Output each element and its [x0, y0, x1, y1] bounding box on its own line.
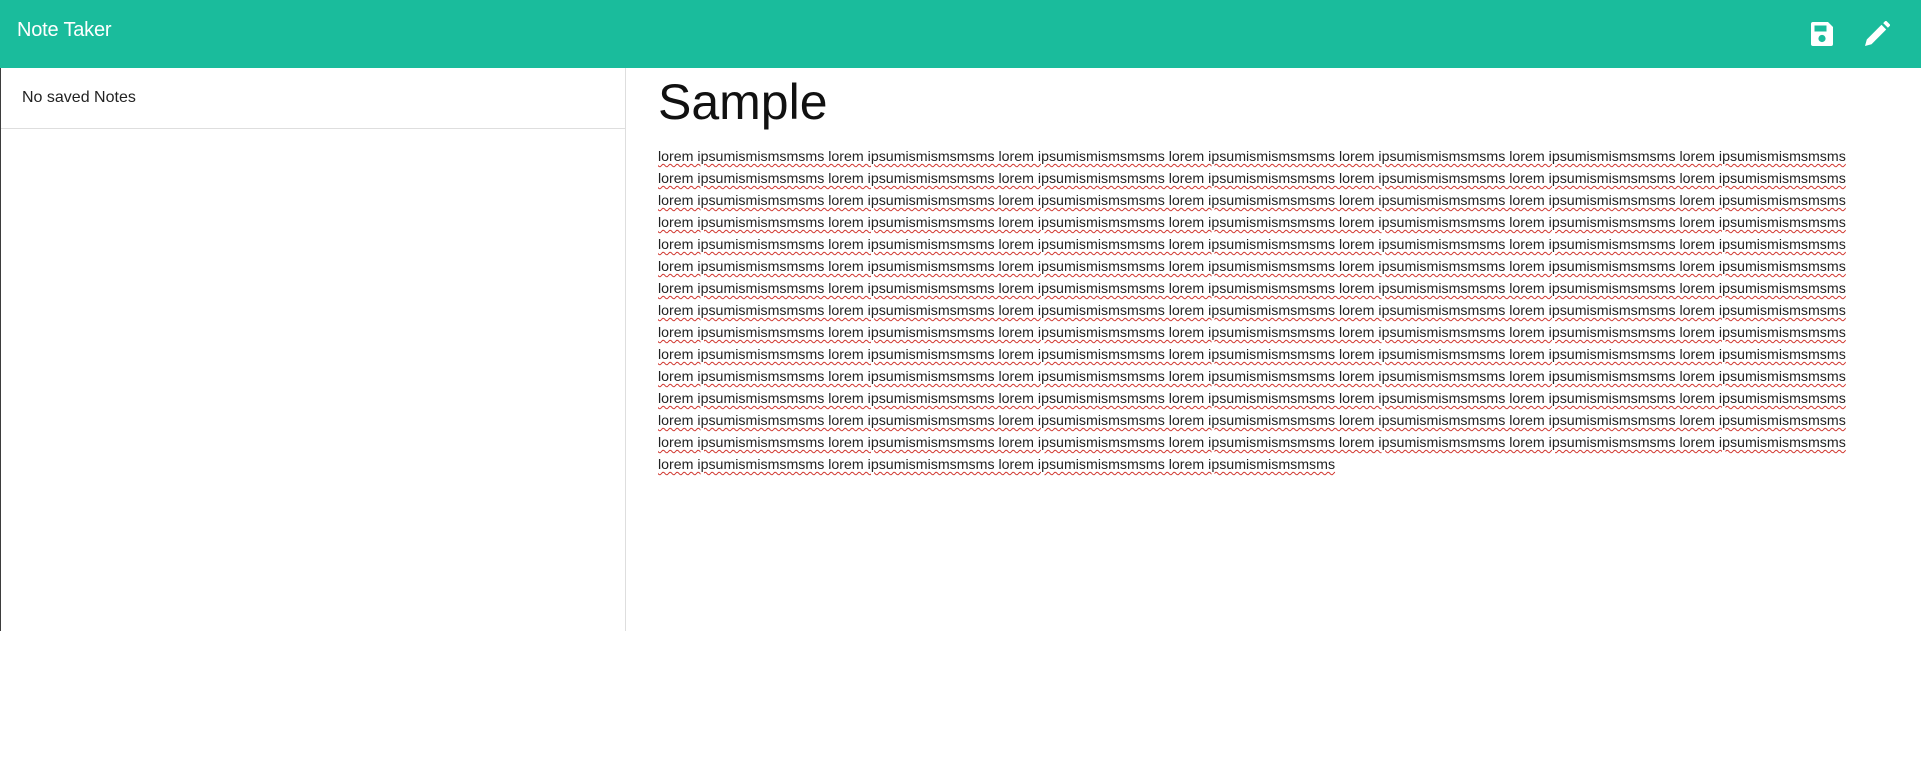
list-item: No saved Notes [1, 68, 625, 129]
new-note-button[interactable] [1861, 18, 1893, 50]
note-body-text: lorem ipsumismismsmsms lorem ipsumismism… [658, 149, 1846, 473]
save-note-button[interactable] [1806, 18, 1838, 50]
navbar: Note Taker [0, 0, 1921, 68]
empty-notes-text: No saved Notes [22, 89, 136, 106]
notes-sidebar: No saved Notes [1, 68, 626, 631]
pencil-icon [1865, 21, 1890, 46]
note-body-textarea[interactable]: lorem ipsumismismsmsms lorem ipsumismism… [658, 146, 1870, 476]
note-title[interactable]: Sample [658, 77, 1870, 135]
app-brand[interactable]: Note Taker [17, 19, 112, 42]
floppy-disk-icon [1811, 22, 1833, 46]
note-editor: Sample lorem ipsumismismsmsms lorem ipsu… [658, 68, 1870, 476]
